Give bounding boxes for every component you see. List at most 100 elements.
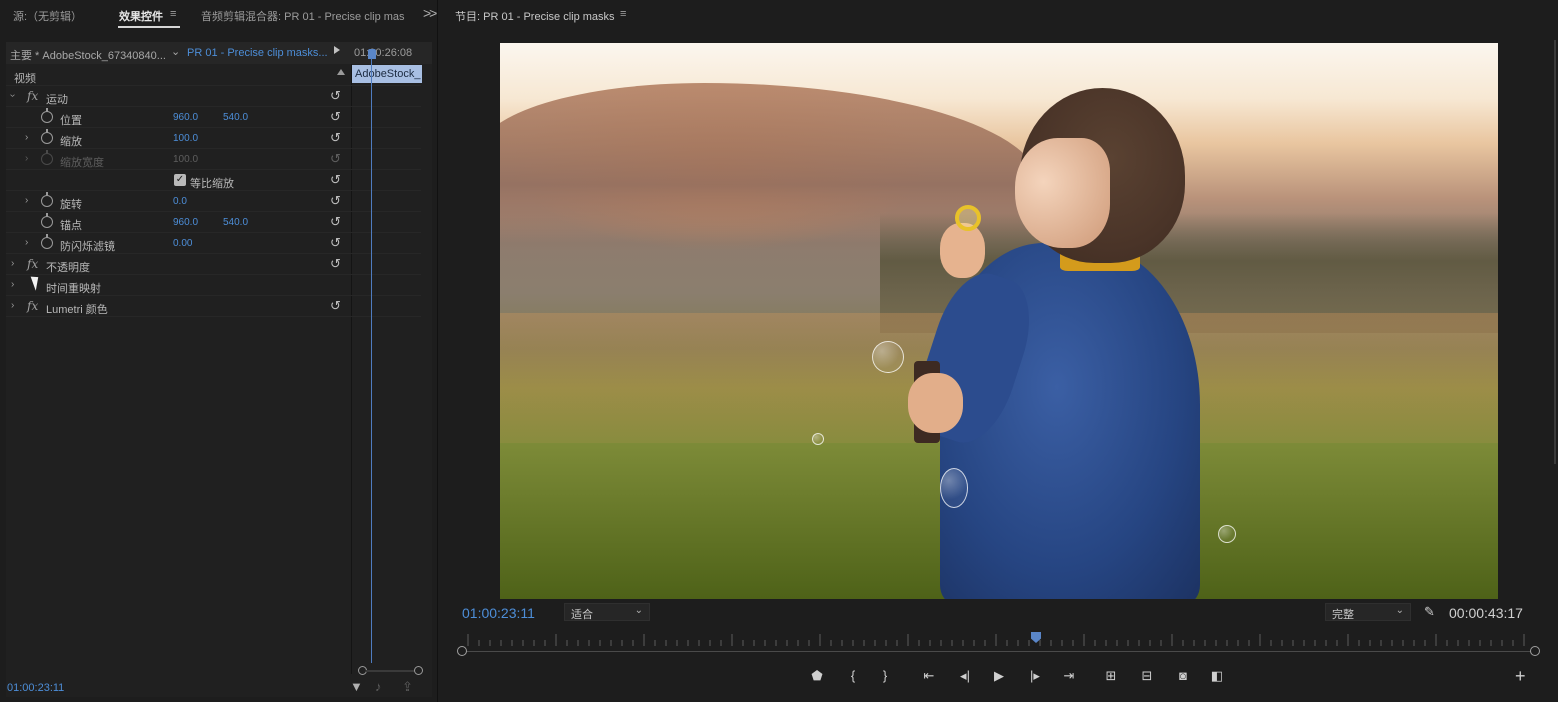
- rotation-label: 旋转: [60, 199, 82, 211]
- time-remap-label: 时间重映射: [46, 283, 101, 295]
- footer-timecode[interactable]: 01:00:23:11: [7, 682, 64, 694]
- transport-controls: ⬟ { } ⇤ ◂| ▶ |▸ ⇥ ⊞ ⊟ ◙ ◧: [802, 664, 1242, 688]
- scroll-track[interactable]: [366, 670, 414, 672]
- chevron-right-icon[interactable]: ›: [11, 258, 14, 269]
- scale-value[interactable]: 100.0: [173, 133, 198, 144]
- position-label: 位置: [60, 115, 82, 127]
- reset-icon[interactable]: ↺: [330, 88, 341, 104]
- panel-menu-icon[interactable]: ≡: [170, 8, 176, 20]
- mark-in-icon[interactable]: {: [842, 666, 864, 686]
- add-marker-icon[interactable]: ⬟: [806, 666, 828, 686]
- time-ruler[interactable]: [457, 630, 1540, 660]
- fx-icon[interactable]: fx: [27, 299, 38, 313]
- chevron-right-icon: ›: [25, 153, 29, 164]
- chevron-right-icon[interactable]: ›: [11, 300, 14, 311]
- resolution-value: 完整: [1332, 609, 1354, 621]
- playback-resolution-select[interactable]: 完整 ⌄: [1325, 603, 1411, 621]
- active-tab-indicator: [118, 26, 180, 28]
- reset-icon[interactable]: ↺: [330, 298, 341, 314]
- chevron-right-icon[interactable]: ›: [25, 237, 28, 248]
- reset-icon: ↺: [330, 151, 341, 166]
- chevron-down-icon[interactable]: ⌄: [171, 45, 180, 58]
- playhead-icon[interactable]: [368, 49, 376, 59]
- rotation-value[interactable]: 0.0: [173, 196, 187, 207]
- reset-icon[interactable]: ↺: [330, 172, 341, 188]
- fx-icon[interactable]: fx: [27, 257, 38, 271]
- effect-controls-panel: 源:（无剪辑） 效果控件 ≡ 音频剪辑混合器: PR 01 - Precise …: [0, 0, 438, 702]
- playhead-line: [371, 58, 372, 663]
- boy-hand: [908, 373, 963, 433]
- lumetri-label: Lumetri 颜色: [46, 304, 108, 316]
- soap-bubble: [872, 341, 904, 373]
- reset-icon[interactable]: ↺: [330, 214, 341, 230]
- sequence-clip-label[interactable]: PR 01 - Precise clip masks...: [187, 47, 328, 59]
- uniform-scale-label: 等比缩放: [190, 178, 234, 190]
- timeline-timecode: 01:00:26:08: [354, 47, 413, 59]
- filter-icon[interactable]: ▼: [350, 679, 363, 694]
- effect-controls-body: 主要 * AdobeStock_67340840... ⌄ PR 01 - Pr…: [6, 42, 432, 697]
- stopwatch-icon[interactable]: [41, 108, 53, 123]
- chevron-down-icon: ⌄: [634, 605, 643, 616]
- timeline-zoom-scrollbar[interactable]: [358, 666, 423, 676]
- ruler-track[interactable]: [462, 651, 1536, 652]
- reset-icon[interactable]: ↺: [330, 130, 341, 146]
- tab-effect-controls[interactable]: 效果控件: [119, 8, 163, 24]
- opacity-label: 不透明度: [46, 262, 90, 274]
- stopwatch-icon[interactable]: [41, 192, 53, 207]
- panel-menu-icon[interactable]: ≡: [620, 8, 626, 20]
- effect-controls-footer: 01:00:23:11 ▼ ♪ ⇪: [0, 678, 438, 702]
- tab-audio-clip-mixer[interactable]: 音频剪辑混合器: PR 01 - Precise clip mas: [201, 8, 405, 24]
- position-x-value[interactable]: 960.0: [173, 112, 198, 123]
- soap-bubble: [940, 468, 968, 508]
- play-icon[interactable]: ▶: [988, 666, 1010, 686]
- export-frame-camera-icon[interactable]: ◙: [1172, 666, 1194, 686]
- mark-out-icon[interactable]: }: [874, 666, 896, 686]
- soap-bubble: [1218, 525, 1236, 543]
- stopwatch-icon[interactable]: [41, 213, 53, 228]
- go-to-out-icon[interactable]: ⇥: [1058, 666, 1080, 686]
- tab-overflow-icon[interactable]: >>: [423, 5, 437, 21]
- anchor-point-label: 锚点: [60, 220, 82, 232]
- video-frame[interactable]: [500, 43, 1498, 599]
- position-y-value[interactable]: 540.0: [223, 112, 248, 123]
- fx-icon[interactable]: fx: [27, 89, 38, 103]
- chevron-right-icon[interactable]: ›: [25, 132, 28, 143]
- wrench-settings-icon[interactable]: ✎: [1424, 604, 1435, 620]
- comparison-view-icon[interactable]: ◧: [1206, 666, 1228, 686]
- reset-icon[interactable]: ↺: [330, 256, 341, 272]
- reset-icon[interactable]: ↺: [330, 109, 341, 125]
- stopwatch-icon[interactable]: [41, 234, 53, 249]
- overwrite-icon[interactable]: ⊟: [1136, 666, 1158, 686]
- antiflicker-value[interactable]: 0.00: [173, 238, 192, 249]
- anchor-x-value[interactable]: 960.0: [173, 217, 198, 228]
- tab-source[interactable]: 源:（无剪辑）: [13, 8, 82, 24]
- chevron-right-icon[interactable]: ›: [25, 195, 28, 206]
- reset-icon[interactable]: ↺: [330, 235, 341, 251]
- button-editor-plus-icon[interactable]: +: [1515, 666, 1526, 687]
- insert-icon[interactable]: ⊞: [1100, 666, 1122, 686]
- out-point-handle[interactable]: [1530, 646, 1540, 656]
- uniform-scale-checkbox[interactable]: ✓: [174, 174, 186, 186]
- stopwatch-icon[interactable]: [41, 129, 53, 144]
- program-monitor-panel: 节目: PR 01 - Precise clip masks ≡ 01:00:2…: [442, 0, 1558, 702]
- program-monitor-title[interactable]: 节目: PR 01 - Precise clip masks: [455, 8, 615, 24]
- scroll-handle-right[interactable]: [414, 666, 423, 675]
- reset-icon[interactable]: ↺: [330, 193, 341, 209]
- step-forward-icon[interactable]: |▸: [1024, 666, 1046, 686]
- master-clip-label[interactable]: 主要 * AdobeStock_67340840...: [10, 47, 166, 63]
- chevron-expanded-icon[interactable]: ›: [7, 94, 18, 97]
- in-point-handle[interactable]: [457, 646, 467, 656]
- show-timeline-toggle-icon[interactable]: [334, 46, 340, 54]
- timeline-clip[interactable]: AdobeStock_: [352, 65, 422, 83]
- export-icon: ⇪: [402, 679, 413, 694]
- effect-timeline[interactable]: 01:00:26:08 AdobeStock_: [352, 42, 432, 697]
- step-back-icon[interactable]: ◂|: [954, 666, 976, 686]
- zoom-level-select[interactable]: 适合 ⌄: [564, 603, 650, 621]
- go-to-in-icon[interactable]: ⇤: [918, 666, 940, 686]
- chevron-right-icon[interactable]: ›: [11, 279, 14, 290]
- anchor-y-value[interactable]: 540.0: [223, 217, 248, 228]
- panel-tab-bar: 源:（无剪辑） 效果控件 ≡ 音频剪辑混合器: PR 01 - Precise …: [0, 0, 438, 32]
- panel-scrollbar[interactable]: [1554, 40, 1556, 464]
- zoom-level-value: 适合: [571, 609, 593, 621]
- playhead-timecode[interactable]: 01:00:23:11: [462, 605, 535, 621]
